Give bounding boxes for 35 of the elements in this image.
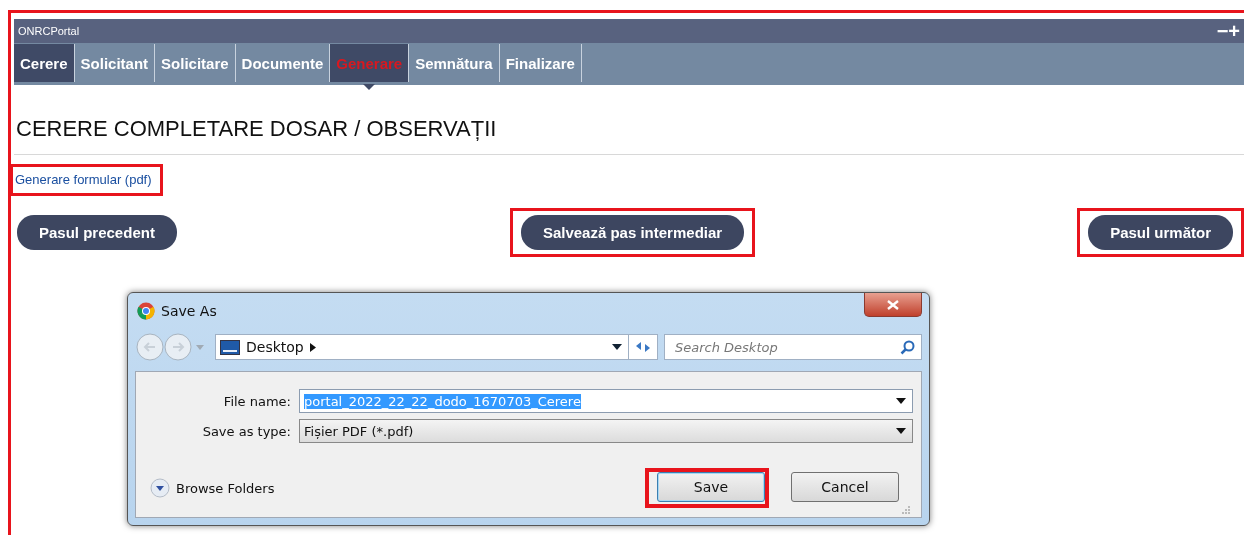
window-control[interactable]: + [1228,21,1240,41]
generate-form-link[interactable]: Generare formular (pdf) [15,172,152,187]
step-button[interactable]: Pasul precedent [17,215,177,250]
search-icon [900,340,915,355]
portal-title: ONRCPortal [18,25,80,37]
chevron-icon [309,342,316,352]
dropdown-arrow-icon [896,428,906,434]
field-label: File name: [222,393,292,409]
window-control[interactable]: − [1216,21,1229,41]
tab[interactable]: Solicitant [74,44,156,82]
tab[interactable]: Cerere [14,44,75,82]
field-label: Save as type: [201,423,292,439]
close-icon [887,299,899,310]
browse-folders-toggle[interactable]: Browse Folders [150,478,275,498]
resize-grip-icon[interactable] [901,505,911,515]
desktop-icon [220,339,240,355]
tab[interactable]: Finalizare [499,44,582,82]
step-button[interactable]: Salvează pas intermediar [520,215,745,250]
address-bar[interactable]: Desktop [215,334,658,360]
dialog-button[interactable]: Cancel [791,472,899,502]
dropdown-arrow-icon [896,398,906,404]
step-button[interactable]: Pasul următor [1088,215,1233,250]
close-button[interactable] [864,293,922,317]
dropdown-arrow-icon[interactable] [612,344,622,350]
browser-logo-icon [137,302,155,320]
tab[interactable]: Semnătura [409,44,500,82]
dialog-title: Save As [161,303,217,319]
tab-pointer-icon [363,84,376,90]
search-field[interactable]: Search Desktop [664,334,922,360]
page-heading: CERERE COMPLETARE DOSAR / OBSERVAȚII [14,85,1244,155]
dialog-button[interactable]: Save [657,472,765,502]
file-type-dropdown[interactable]: Fișier PDF (*.pdf) [299,419,913,443]
location-text: Desktop [246,339,304,355]
expand-icon [150,478,170,498]
tab[interactable]: Solicitare [155,44,236,82]
